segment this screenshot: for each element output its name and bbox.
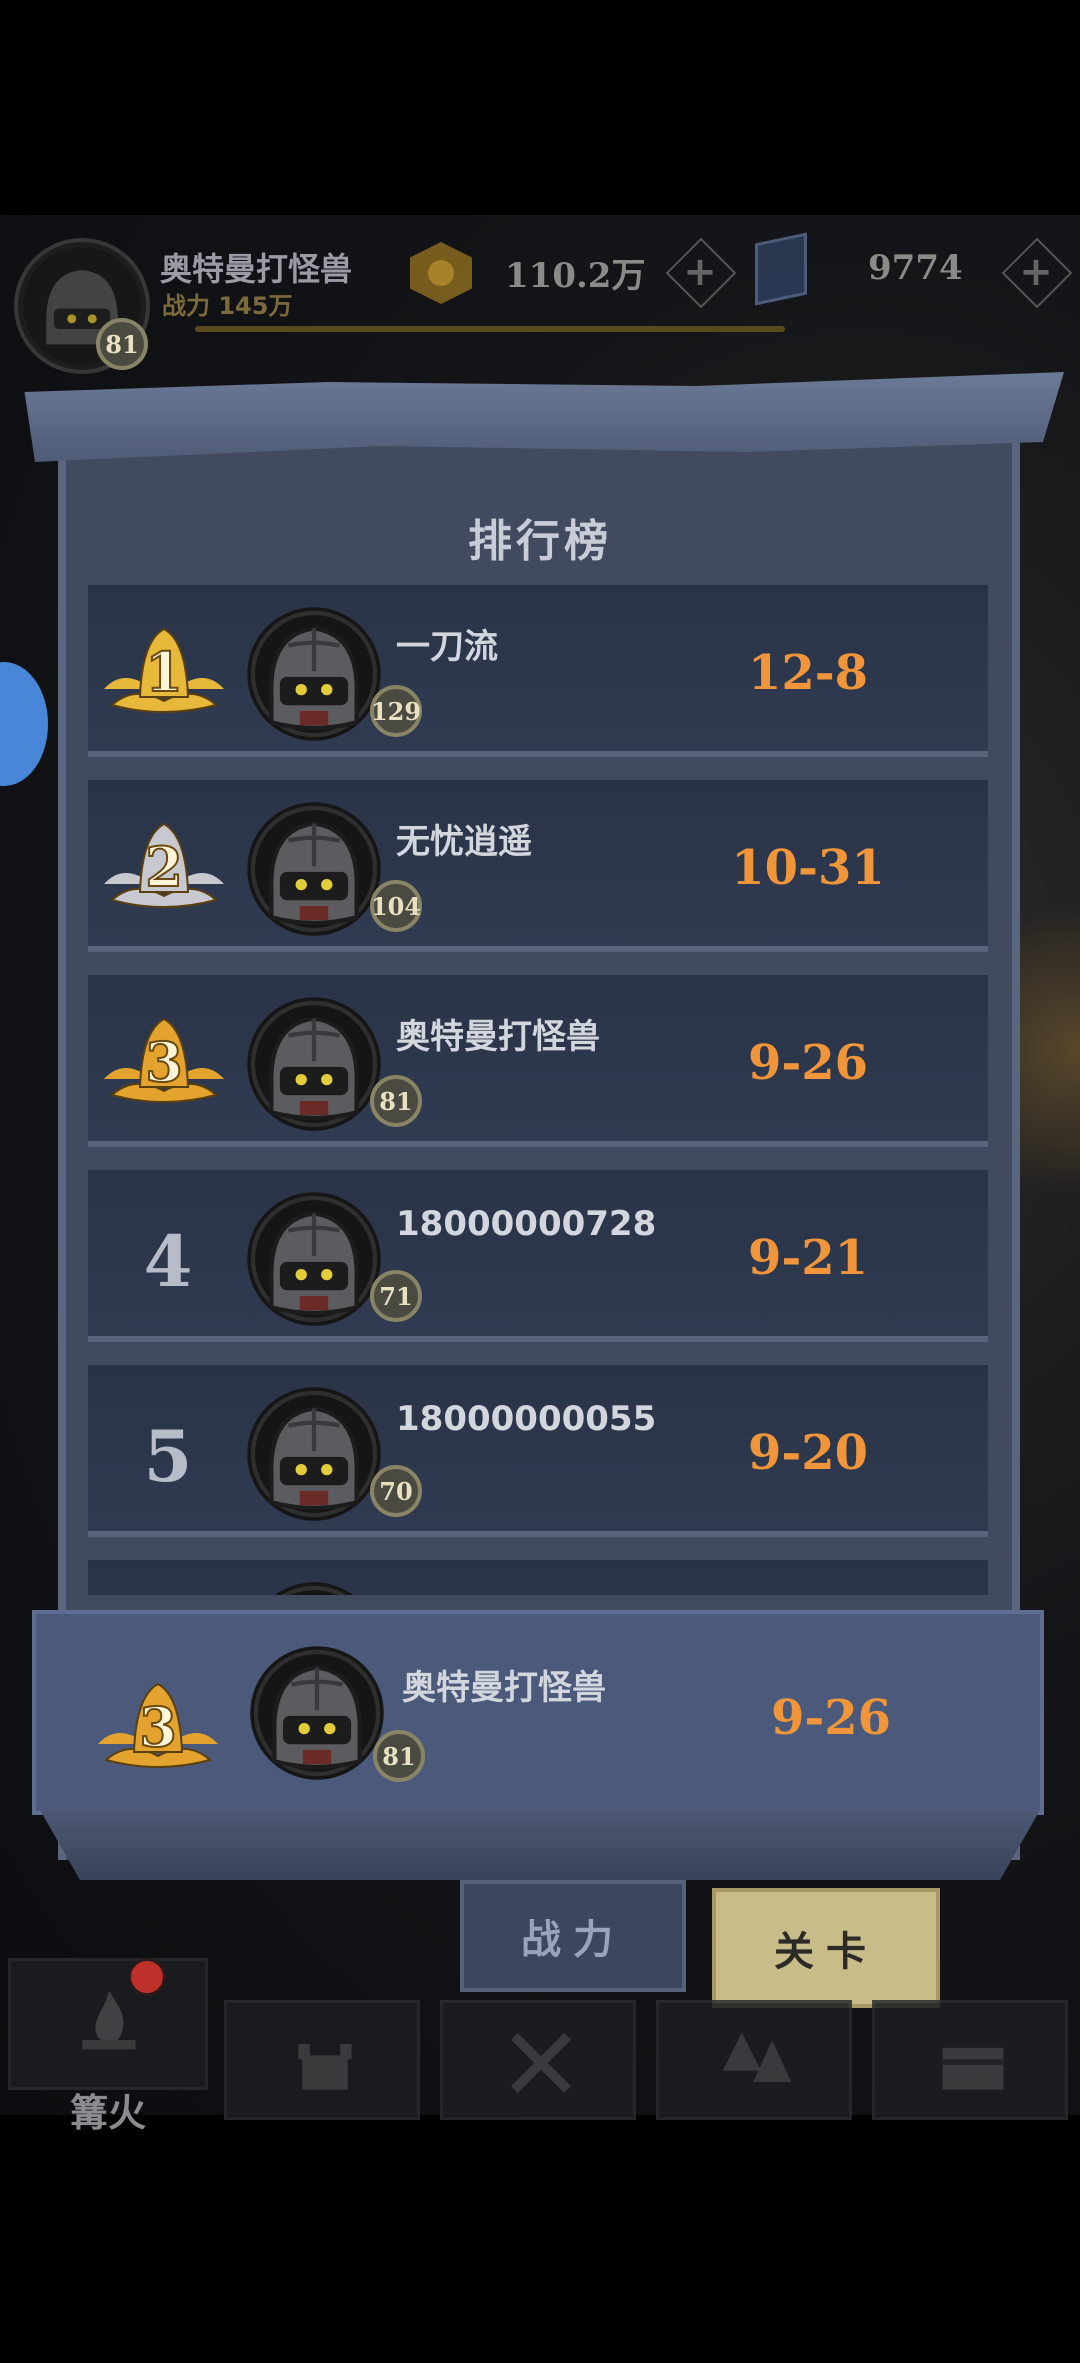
bronze-medal-icon: 3 bbox=[94, 1009, 234, 1114]
plus-icon: + bbox=[683, 249, 717, 295]
add-gold-button[interactable]: + bbox=[668, 240, 732, 304]
rank-number: 5 bbox=[143, 1415, 193, 1498]
nav-campfire[interactable] bbox=[8, 1958, 208, 2090]
nav-campfire-label: 篝火 bbox=[69, 2091, 146, 2135]
ranking-row[interactable]: 6诗仙李哈基9-18 bbox=[88, 1560, 988, 1595]
stage-score: 9-20 bbox=[747, 1425, 869, 1481]
svg-text:3: 3 bbox=[139, 1695, 177, 1759]
gem-amount: 9774 bbox=[868, 248, 963, 288]
forest-icon bbox=[722, 2032, 792, 2082]
scroll-bottom-roll bbox=[40, 1810, 1040, 1880]
knight-helmet-icon bbox=[250, 1646, 384, 1780]
nav-chest[interactable] bbox=[872, 2000, 1068, 2120]
nav-battle[interactable] bbox=[440, 2000, 636, 2120]
player-avatar[interactable] bbox=[243, 1188, 385, 1330]
ranking-row[interactable]: 3 81 奥特曼打怪兽 9-26 bbox=[88, 975, 988, 1147]
my-rank-row: 3 81 奥特曼打怪兽 9-26 bbox=[32, 1610, 1044, 1815]
player-avatar[interactable] bbox=[243, 1578, 385, 1595]
knight-helmet-icon bbox=[247, 607, 381, 741]
player-name: 无忧逍遥 bbox=[396, 822, 532, 862]
panel-title: 排行榜 bbox=[468, 516, 612, 567]
ranking-list[interactable]: 1 129 一刀流 12-8 2 104 无忧逍遥 10-31 3 81 奥特曼打怪兽 9-26 4 71… bbox=[88, 585, 988, 1595]
stage-score: 9-21 bbox=[747, 1230, 869, 1286]
building-icon bbox=[298, 2044, 352, 2090]
knight-helmet-icon bbox=[247, 1192, 381, 1326]
knight-helmet-icon bbox=[247, 1387, 381, 1521]
ranking-row[interactable]: 1 129 一刀流 12-8 bbox=[88, 585, 988, 757]
ranking-row[interactable]: 4 71 18000000728 9-21 bbox=[88, 1170, 988, 1342]
gem-icon bbox=[755, 232, 807, 306]
gold-amount: 110.2万 bbox=[505, 256, 646, 296]
player-avatar[interactable] bbox=[243, 798, 385, 940]
level-badge: 129 bbox=[370, 685, 422, 737]
campfire-icon bbox=[82, 1990, 136, 2050]
nav-building[interactable] bbox=[224, 2000, 420, 2120]
player-name: 18000000728 bbox=[396, 1204, 657, 1244]
knight-helmet-icon bbox=[274, 1582, 354, 1595]
knight-helmet-icon bbox=[247, 802, 381, 936]
my-score: 9-26 bbox=[770, 1690, 892, 1746]
gold-coin-icon bbox=[410, 242, 472, 304]
my-avatar[interactable] bbox=[246, 1642, 388, 1784]
tab-stage[interactable]: 关卡 bbox=[712, 1888, 940, 2008]
player-avatar[interactable] bbox=[243, 603, 385, 745]
level-badge: 104 bbox=[370, 880, 422, 932]
stage-score: 9-26 bbox=[747, 1035, 869, 1091]
player-name: 奥特曼打怪兽 bbox=[160, 250, 353, 288]
stage-score: 12-8 bbox=[747, 645, 869, 701]
add-gem-button[interactable]: + bbox=[1004, 240, 1068, 304]
nav-forest[interactable] bbox=[656, 2000, 852, 2120]
my-level-badge: 81 bbox=[373, 1730, 425, 1782]
knight-helmet-icon bbox=[247, 997, 381, 1131]
svg-text:1: 1 bbox=[145, 640, 183, 704]
player-top-bar: 81 奥特曼打怪兽 战力 145万 110.2万 + 9774 + bbox=[0, 230, 1080, 380]
svg-text:3: 3 bbox=[145, 1030, 183, 1094]
chest-icon bbox=[942, 2047, 1004, 2090]
level-badge: 81 bbox=[370, 1075, 422, 1127]
level-badge: 71 bbox=[370, 1270, 422, 1322]
player-name: 一刀流 bbox=[396, 627, 498, 667]
gold-medal-icon: 1 bbox=[94, 619, 234, 724]
player-level-badge: 81 bbox=[96, 318, 148, 370]
notification-dot bbox=[128, 1958, 166, 1996]
player-name: 18000000055 bbox=[396, 1399, 657, 1439]
my-player-name: 奥特曼打怪兽 bbox=[402, 1668, 606, 1708]
player-xp-bar bbox=[195, 326, 785, 332]
plus-icon: + bbox=[1019, 249, 1053, 295]
rank-number: 4 bbox=[143, 1220, 193, 1303]
level-badge: 70 bbox=[370, 1465, 422, 1517]
stage-score: 10-31 bbox=[731, 840, 885, 896]
player-name: 诗仙李哈基 bbox=[396, 1594, 566, 1595]
player-avatar[interactable] bbox=[243, 993, 385, 1135]
player-avatar[interactable] bbox=[243, 1383, 385, 1525]
svg-text:2: 2 bbox=[145, 835, 183, 899]
swords-icon bbox=[511, 2033, 571, 2093]
player-power: 战力 145万 bbox=[162, 292, 293, 320]
player-name: 奥特曼打怪兽 bbox=[396, 1017, 600, 1057]
ranking-row[interactable]: 5 70 18000000055 9-20 bbox=[88, 1365, 988, 1537]
tab-power[interactable]: 战力 bbox=[460, 1880, 686, 1992]
silver-medal-icon: 2 bbox=[94, 814, 234, 919]
ranking-row[interactable]: 2 104 无忧逍遥 10-31 bbox=[88, 780, 988, 952]
bronze-medal-icon: 3 bbox=[88, 1674, 228, 1779]
